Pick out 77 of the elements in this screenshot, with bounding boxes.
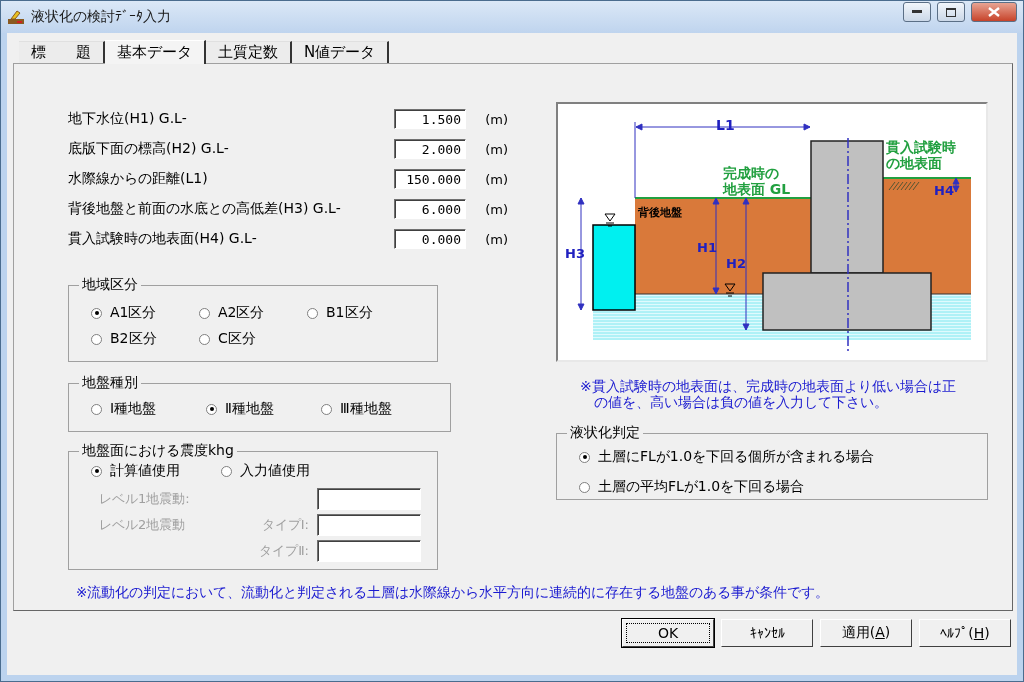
radio-option[interactable]: 土層の平均FLが1.0を下回る場合 [579,478,805,496]
radio-option[interactable]: A1区分 [91,304,157,322]
input-label: タイプⅡ: [259,543,309,558]
window-title: 液状化の検討ﾃﾞｰﾀ入力 [31,8,172,26]
footer-note: ※流動化の判定において、流動化と判定される土層は水際線から水平方向に連続的に存在する地盤のある事が条件です。 [76,584,831,602]
maximize-icon [946,7,956,17]
number-input[interactable]: 6.000 [394,199,466,219]
diagram-label: 完成時の 地表面 GL [723,165,791,197]
radio-option[interactable]: 入力値使用 [221,462,310,480]
radio-circle[interactable] [321,403,332,415]
field-label: 底版下面の標高(H2) G.L- [68,140,230,158]
input-label: レベル1地震動: [99,491,190,506]
radio-circle[interactable] [307,307,318,319]
radio-option[interactable]: B2区分 [91,330,157,348]
diagram-label: H3 [565,246,585,261]
water-level-icon [604,213,616,227]
radio-circle[interactable] [91,403,102,415]
field-label: 貫入試験時の地表面(H4) G.L- [68,230,258,248]
number-input[interactable]: 0.000 [394,229,466,249]
radio-option[interactable]: 土層にFLが1.0を下回る個所が含まれる場合 [579,448,875,466]
dimension-arrow [952,177,960,193]
unit-label: (m) [484,141,508,157]
input-label: レベル2地震動 [99,517,186,532]
water-level-icon [724,283,736,297]
diagram-label: H4 [934,183,954,198]
diagram-label: H1 [697,240,717,255]
number-input[interactable]: 2.000 [394,139,466,159]
minimize-icon [912,10,922,14]
hatching-icon [888,181,920,191]
tab[interactable]: 基本データ [105,40,206,64]
maximize-button[interactable] [937,2,965,22]
group-title: 液状化判定 [569,424,641,442]
radio-option[interactable]: A2区分 [199,304,265,322]
radio-circle[interactable] [91,307,102,319]
diagram-label: H2 [726,256,746,271]
tab[interactable]: 土質定数 [206,41,292,63]
radio-circle[interactable] [199,307,210,319]
unit-label: (m) [484,231,508,247]
app-icon [7,9,25,25]
radio-option[interactable]: 計算値使用 [91,462,180,480]
note-text: ※貫入試験時の地表面は、完成時の地表面より低い場合は正の値を、高い場合は負の値を入力して下さい。 [579,378,956,410]
dialog-button[interactable]: 適用(A) [820,619,912,647]
tab[interactable]: 標 題 [19,41,105,63]
minimize-button[interactable] [903,2,931,22]
dialog-button[interactable]: ｷｬﾝｾﾙ [721,619,813,647]
diagram-label: 貫入試験時 の地表面 [886,139,956,171]
radio-option[interactable]: B1区分 [307,304,373,322]
number-input[interactable]: 1.500 [394,109,466,129]
radio-option[interactable]: Ⅲ種地盤 [321,400,392,418]
close-button[interactable] [971,2,1017,22]
radio-circle[interactable] [206,403,217,415]
radio-option[interactable]: Ⅰ種地盤 [91,400,157,418]
tab[interactable]: N値データ [292,41,390,63]
dialog-button[interactable]: ﾍﾙﾌﾟ(H) [919,619,1011,647]
group-title: 地盤種別 [81,374,139,392]
radio-circle[interactable] [579,481,590,493]
radio-circle[interactable] [91,333,102,345]
field-label: 地下水位(H1) G.L- [68,110,188,128]
dialog-button[interactable]: OK [622,619,714,647]
group-title: 地域区分 [81,276,139,294]
unit-label: (m) [484,171,508,187]
diagram-label: 背後地盤 [638,206,682,219]
unit-label: (m) [484,201,508,217]
number-input[interactable]: 150.000 [394,169,466,189]
radio-circle[interactable] [91,465,102,477]
input-label: タイプⅠ: [261,517,309,532]
radio-circle[interactable] [221,465,232,477]
diagram-label: L1 [716,117,735,133]
radio-circle[interactable] [579,451,590,463]
field-label: 水際線からの距離(L1) [68,170,209,188]
group-title: 地盤面における震度khg [81,442,235,460]
field-label: 背後地盤と前面の水底との高低差(H3) G.L- [68,200,342,218]
radio-option[interactable]: C区分 [199,330,256,348]
radio-option[interactable]: Ⅱ種地盤 [206,400,274,418]
radio-circle[interactable] [199,333,210,345]
unit-label: (m) [484,111,508,127]
close-icon [988,7,1000,17]
